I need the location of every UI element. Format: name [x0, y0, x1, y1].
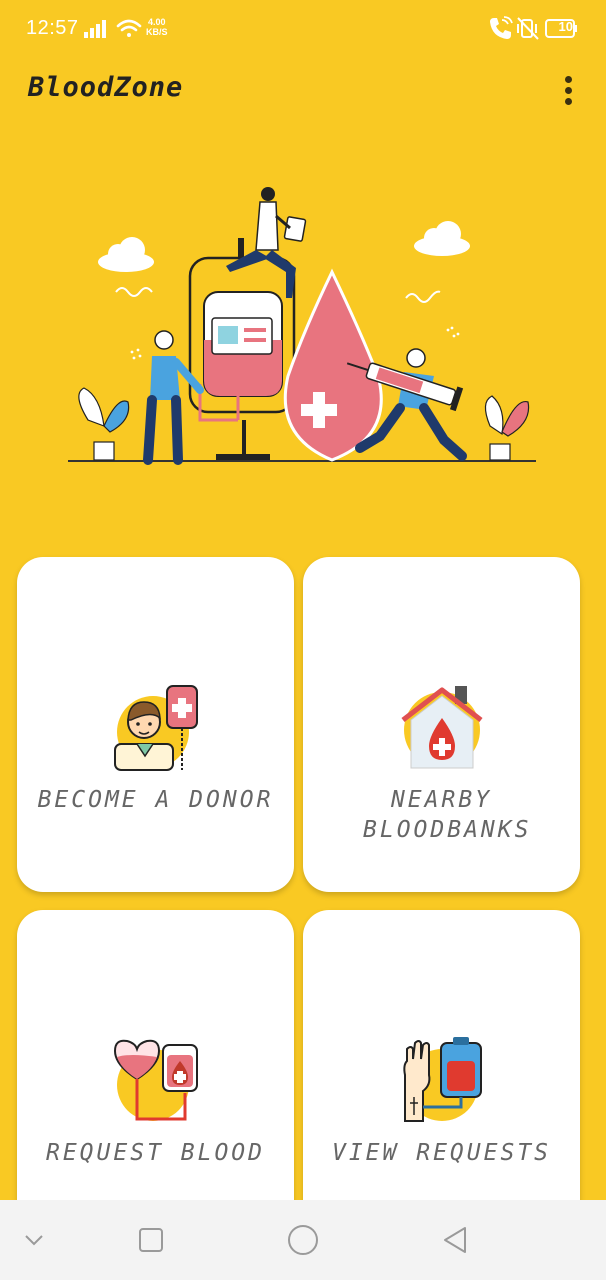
signal-icon: [84, 20, 106, 38]
wifi-icon: [116, 19, 142, 37]
battery-level: 10: [558, 19, 573, 34]
view-requests-icon: [402, 1037, 482, 1122]
back-button[interactable]: [437, 1222, 473, 1258]
menu-dot: [564, 98, 572, 105]
system-navigation-bar: [0, 1200, 606, 1280]
become-donor-card[interactable]: BECOME A DONOR: [17, 557, 294, 892]
app-title: BloodZone: [28, 72, 184, 103]
recent-apps-button[interactable]: [133, 1222, 169, 1258]
donor-icon: [113, 685, 198, 771]
status-bar: 12:57 4.00 KB/S 10: [0, 0, 606, 58]
status-time: 12:57: [26, 17, 79, 39]
blood-donation-illustration: [68, 187, 536, 465]
request-blood-icon: [113, 1039, 198, 1121]
request-blood-card[interactable]: REQUEST BLOOD: [17, 910, 294, 1230]
nearby-bloodbanks-card[interactable]: NEARBY BLOODBANKS: [303, 557, 580, 892]
request-blood-label: REQUEST BLOOD: [45, 1140, 265, 1166]
home-button[interactable]: [285, 1222, 321, 1258]
app-bar: BloodZone: [0, 62, 606, 122]
blood-bank-icon: [400, 686, 483, 769]
network-speed: 4.00 KB/S: [146, 17, 168, 37]
menu-dot: [564, 76, 572, 83]
cloud-icon: [414, 221, 470, 256]
become-donor-label: BECOME A DONOR: [37, 787, 274, 813]
vibrate-icon: [517, 17, 539, 40]
menu-dot: [564, 87, 572, 94]
wifi-call-icon: [490, 18, 511, 39]
plant-left: [78, 387, 130, 461]
nearby-bloodbanks-label: NEARBY BLOODBANKS: [363, 787, 532, 843]
view-requests-label: VIEW REQUESTS: [331, 1140, 551, 1166]
overflow-menu-button[interactable]: [556, 76, 580, 110]
view-requests-card[interactable]: VIEW REQUESTS: [303, 910, 580, 1230]
chevron-down-icon[interactable]: [16, 1222, 52, 1258]
cloud-icon: [98, 237, 154, 272]
plant-right: [484, 395, 530, 461]
